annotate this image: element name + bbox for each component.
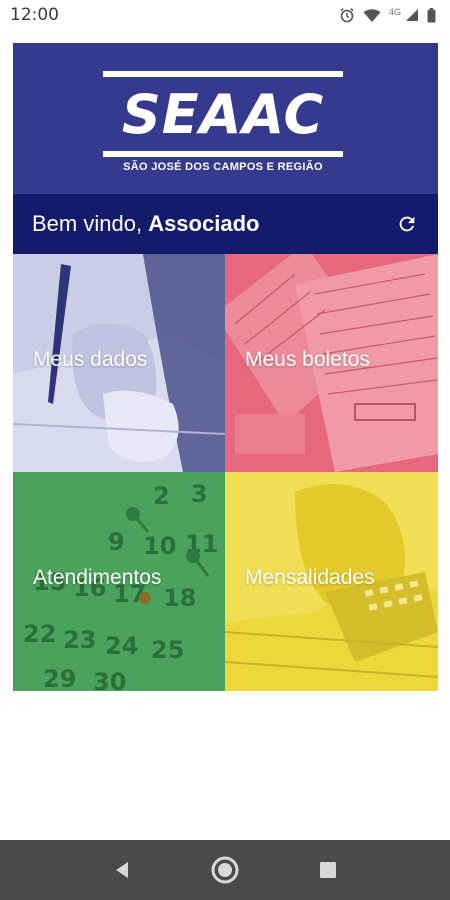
status-time: 12:00: [10, 5, 59, 25]
system-nav-bar: [0, 840, 450, 900]
status-icons: 4G: [339, 7, 436, 23]
svg-text:25: 25: [151, 636, 184, 664]
svg-text:22: 22: [23, 620, 56, 648]
svg-text:3: 3: [191, 480, 208, 508]
welcome-bar: Bem vindo, Associado: [13, 194, 438, 254]
alarm-icon: [339, 7, 355, 23]
dashboard-card: SEAAC SÃO JOSÉ DOS CAMPOS E REGIÃO Bem v…: [13, 43, 438, 691]
back-icon: [115, 862, 128, 878]
tile-meus-dados[interactable]: Meus dados: [13, 254, 225, 472]
welcome-username: Associado: [148, 211, 260, 236]
network-type-label: 4G: [388, 7, 401, 17]
svg-text:29: 29: [43, 665, 76, 691]
svg-text:24: 24: [105, 632, 138, 660]
logo-subtitle: SÃO JOSÉ DOS CAMPOS E REGIÃO: [123, 161, 323, 173]
logo-bottom-bar: [103, 151, 343, 157]
refresh-icon: [399, 216, 415, 232]
home-icon: [211, 856, 239, 884]
tile-mensalidades[interactable]: Mensalidades: [225, 472, 438, 691]
seaac-logo: SEAAC SÃO JOSÉ DOS CAMPOS E REGIÃO: [103, 69, 343, 181]
tile-label: Meus dados: [33, 348, 148, 371]
tile-label: Meus boletos: [245, 348, 370, 371]
tile-atendimentos[interactable]: 23 9 10 11 15 16 17 18 22 23 24 25 29 30 Atendime…: [13, 472, 225, 691]
tile-label: Mensalidades: [245, 566, 375, 589]
tile-meus-boletos[interactable]: Meus boletos: [225, 254, 438, 472]
home-button[interactable]: [205, 850, 245, 890]
back-button[interactable]: [102, 850, 142, 890]
svg-text:10: 10: [143, 532, 176, 560]
recents-icon: [320, 862, 337, 878]
app-header: SEAAC SÃO JOSÉ DOS CAMPOS E REGIÃO: [13, 43, 438, 194]
wifi-icon: [363, 8, 381, 23]
menu-grid: Meus dados Meus boletos 2 3 9 10 11 15 1…: [13, 254, 438, 691]
status-bar: 12:00 4G: [0, 0, 450, 30]
welcome-prefix: Bem vindo,: [32, 211, 143, 236]
svg-text:2: 2: [153, 482, 170, 510]
signal-icon: [405, 8, 419, 22]
svg-text:30: 30: [93, 668, 126, 691]
battery-icon: [427, 7, 436, 23]
svg-text:23: 23: [63, 626, 96, 654]
logo-top-bar: [103, 71, 343, 77]
tile-label: Atendimentos: [33, 566, 162, 589]
svg-text:18: 18: [163, 584, 196, 612]
recents-button[interactable]: [308, 850, 348, 890]
svg-text:9: 9: [108, 528, 125, 556]
refresh-button[interactable]: [394, 211, 420, 237]
logo-wordmark: SEAAC: [121, 83, 325, 146]
welcome-text: Bem vindo, Associado: [32, 211, 259, 237]
